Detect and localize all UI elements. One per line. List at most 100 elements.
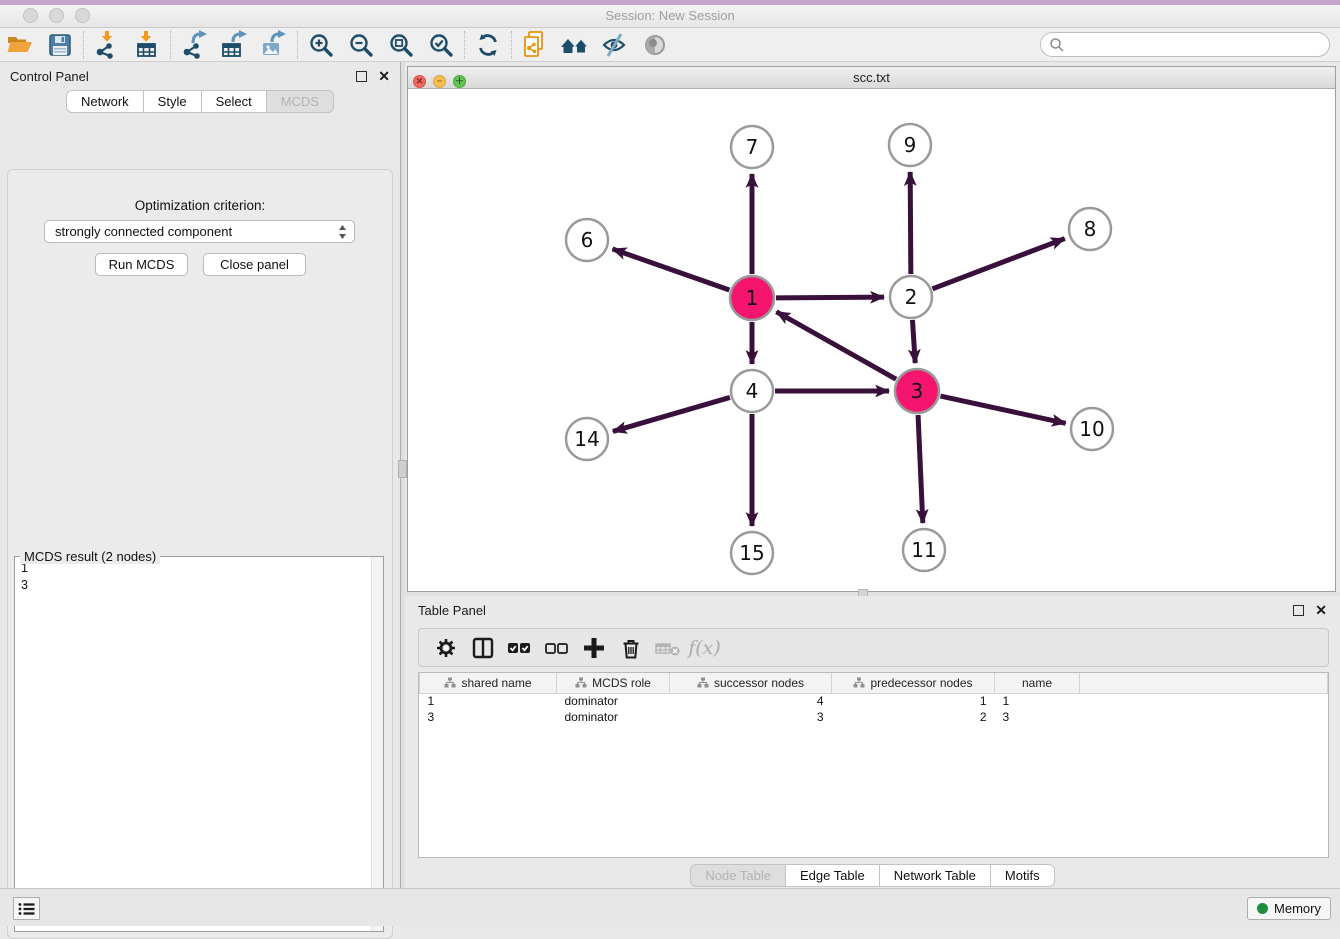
open-session-icon[interactable] [0, 29, 40, 61]
graph-edge-1-2[interactable] [776, 297, 884, 298]
app-title: Session: New Session [0, 5, 1340, 26]
tab-style[interactable]: Style [144, 90, 202, 113]
minimize-view-icon[interactable]: − [433, 75, 446, 88]
graph-node-15[interactable]: 15 [731, 532, 773, 574]
memory-status-icon [1257, 903, 1268, 914]
gear-icon[interactable] [427, 632, 464, 664]
tab-node-table[interactable]: Node Table [690, 864, 786, 887]
close-panel-button[interactable]: Close panel [203, 253, 306, 276]
graph-edge-2-3[interactable] [912, 320, 915, 363]
tab-mcds[interactable]: MCDS [267, 90, 334, 113]
graph-node-7[interactable]: 7 [731, 126, 773, 168]
network-graph-canvas[interactable]: 7 9 6 8 1 2 4 3 14 10 15 11 [408, 89, 1335, 591]
zoom-selected-icon[interactable] [421, 29, 461, 61]
network-window-titlebar[interactable]: ✕−＋ scc.txt [408, 67, 1335, 89]
column-header-MCDS-role[interactable]: MCDS role [557, 673, 670, 693]
svg-text:11: 11 [911, 538, 936, 562]
export-table-icon[interactable] [214, 29, 254, 61]
float-table-panel-icon[interactable] [1293, 605, 1304, 616]
search-box[interactable] [1040, 32, 1330, 57]
function-builder-icon[interactable]: f(x) [686, 632, 723, 664]
graph-edge-3-11[interactable] [918, 415, 923, 523]
search-input[interactable] [1065, 35, 1329, 55]
network-view-title: scc.txt [408, 67, 1335, 88]
graph-node-4[interactable]: 4 [731, 370, 773, 412]
graph-node-9[interactable]: 9 [889, 124, 931, 166]
memory-label: Memory [1274, 901, 1321, 916]
table-header-row[interactable]: shared nameMCDS rolesuccessor nodesprede… [420, 673, 1328, 693]
refresh-icon[interactable] [468, 29, 508, 61]
import-table-icon[interactable] [127, 29, 167, 61]
column-header-name[interactable]: name [995, 673, 1080, 693]
column-header-successor-nodes[interactable]: successor nodes [670, 673, 832, 693]
close-table-panel-icon[interactable]: ✕ [1315, 605, 1327, 616]
graph-edge-2-9[interactable] [910, 172, 911, 274]
graph-edge-1-6[interactable] [612, 249, 729, 290]
graph-node-14[interactable]: 14 [566, 418, 608, 460]
node-table[interactable]: shared nameMCDS rolesuccessor nodesprede… [418, 672, 1329, 858]
close-window-icon[interactable] [23, 8, 38, 23]
result-scrollbar[interactable] [371, 557, 383, 931]
table-row[interactable]: 1dominator411 [420, 693, 1328, 709]
delete-table-icon[interactable] [649, 632, 686, 664]
tab-select[interactable]: Select [202, 90, 267, 113]
graphics-details-icon[interactable] [635, 29, 675, 61]
show-panels-icon[interactable] [555, 29, 595, 61]
app-titlebar: Session: New Session [0, 5, 1340, 28]
zoom-in-icon[interactable] [301, 29, 341, 61]
new-network-from-selection-icon[interactable] [515, 29, 555, 61]
column-header-shared-name[interactable]: shared name [420, 673, 557, 693]
close-view-icon[interactable]: ✕ [413, 75, 426, 88]
svg-text:7: 7 [746, 135, 759, 159]
graph-node-8[interactable]: 8 [1069, 208, 1111, 250]
export-network-icon[interactable] [174, 29, 214, 61]
graph-node-10[interactable]: 10 [1071, 408, 1113, 450]
column-header-predecessor-nodes[interactable]: predecessor nodes [832, 673, 995, 693]
columns-icon[interactable] [464, 632, 501, 664]
import-network-icon[interactable] [87, 29, 127, 61]
graph-node-6[interactable]: 6 [566, 219, 608, 261]
task-history-button[interactable] [13, 897, 40, 920]
zoom-out-icon[interactable] [341, 29, 381, 61]
graph-edge-3-1[interactable] [776, 312, 896, 379]
control-panel-header: Control Panel ✕ [0, 62, 400, 90]
table-row[interactable]: 3dominator323 [420, 709, 1328, 725]
float-panel-icon[interactable] [356, 71, 367, 82]
graph-node-1[interactable]: 1 [730, 276, 774, 320]
status-bar [0, 888, 1340, 926]
mcds-result-text[interactable]: 1 3 [15, 557, 371, 931]
table-panel-header: Table Panel ✕ [405, 596, 1340, 624]
zoom-fit-icon[interactable] [381, 29, 421, 61]
mcds-result-title: MCDS result (2 nodes) [20, 549, 160, 564]
run-mcds-button[interactable]: Run MCDS [95, 253, 188, 276]
graph-edge-3-10[interactable] [940, 396, 1065, 423]
svg-text:2: 2 [905, 285, 918, 309]
hide-edges-icon[interactable] [595, 29, 635, 61]
svg-text:8: 8 [1084, 217, 1097, 241]
optimization-criterion-select[interactable]: strongly connected component [44, 220, 355, 243]
graph-node-2[interactable]: 2 [890, 276, 932, 318]
graph-node-3[interactable]: 3 [895, 369, 939, 413]
memory-button[interactable]: Memory [1247, 897, 1331, 920]
main-toolbar [0, 28, 1340, 62]
add-column-icon[interactable] [575, 632, 612, 664]
save-session-icon[interactable] [40, 29, 80, 61]
svg-text:14: 14 [574, 427, 599, 451]
deselect-all-icon[interactable] [538, 632, 575, 664]
maximize-view-icon[interactable]: ＋ [453, 75, 466, 88]
delete-column-icon[interactable] [612, 632, 649, 664]
graph-node-11[interactable]: 11 [903, 529, 945, 571]
vertical-splitter-handle[interactable] [398, 460, 407, 478]
tab-network[interactable]: Network [66, 90, 144, 113]
graph-edge-4-14[interactable] [613, 397, 730, 431]
graph-edge-2-8[interactable] [933, 239, 1065, 289]
network-view-window: ✕−＋ scc.txt 7 9 6 8 1 2 4 3 14 10 15 11 [407, 66, 1336, 592]
select-all-icon[interactable] [501, 632, 538, 664]
export-image-icon[interactable] [254, 29, 294, 61]
tab-motifs[interactable]: Motifs [991, 864, 1055, 887]
zoom-window-icon[interactable] [75, 8, 90, 23]
tab-edge-table[interactable]: Edge Table [786, 864, 880, 887]
tab-network-table[interactable]: Network Table [880, 864, 991, 887]
close-panel-icon[interactable]: ✕ [378, 71, 390, 82]
minimize-window-icon[interactable] [49, 8, 64, 23]
